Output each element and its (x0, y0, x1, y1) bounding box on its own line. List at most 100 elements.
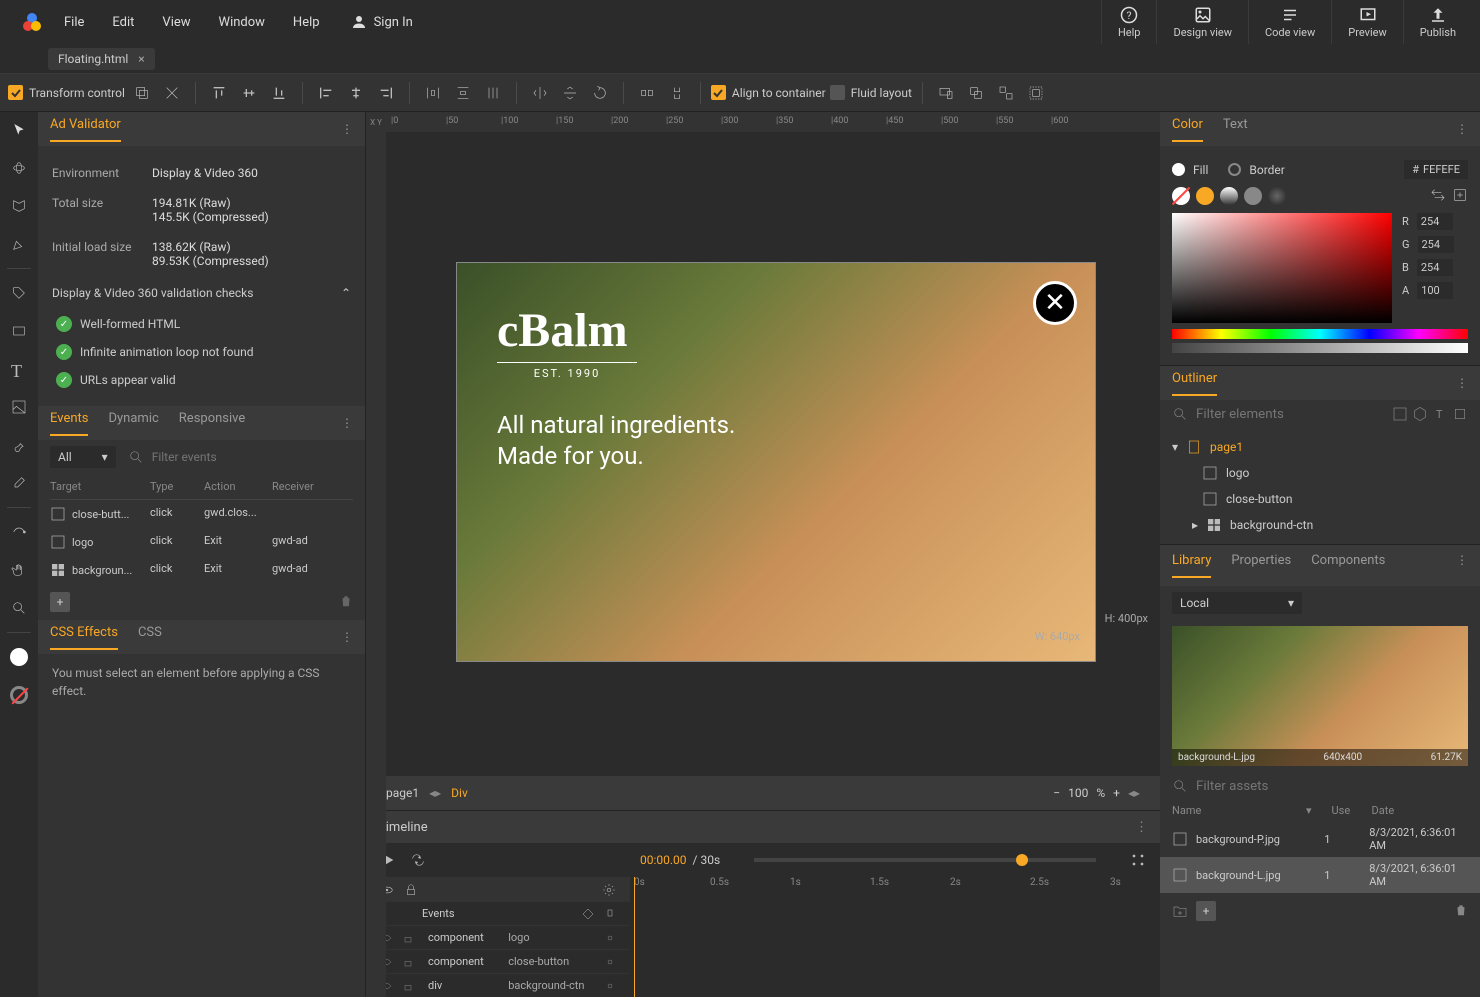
component-filter-icon[interactable] (1412, 406, 1428, 422)
design-view-button[interactable]: Design view (1156, 0, 1248, 44)
stroke-tool-icon[interactable] (5, 681, 33, 709)
marker-icon[interactable] (604, 908, 616, 920)
events-all-dropdown[interactable]: All▾ (50, 446, 116, 468)
flip-h-icon[interactable] (527, 80, 553, 106)
event-row[interactable]: logoclickExitgwd-ad (50, 528, 353, 556)
tool-3d-icon[interactable] (129, 80, 155, 106)
file-tab[interactable]: Floating.html × (48, 48, 155, 70)
3d-tool-icon[interactable] (5, 154, 33, 182)
fill-radio[interactable] (1172, 163, 1185, 176)
panel-menu-icon[interactable]: ⋮ (341, 416, 353, 430)
filter-elements-input[interactable] (1196, 407, 1384, 422)
css-effects-tab[interactable]: CSS Effects (50, 625, 118, 650)
responsive-icon[interactable] (933, 80, 959, 106)
menu-file[interactable]: File (64, 15, 84, 30)
tree-item[interactable]: ▸background-ctn (1172, 512, 1468, 538)
panel-menu-icon[interactable]: ⋮ (341, 630, 353, 644)
eyedropper-tool-icon[interactable] (5, 469, 33, 497)
border-radio[interactable] (1228, 163, 1241, 176)
tool-rotate-icon[interactable] (159, 80, 185, 106)
canvas[interactable]: cBalm EST. 1990 All natural ingredients.… (386, 132, 1160, 776)
css-tab[interactable]: CSS (138, 625, 162, 650)
align-right-icon[interactable] (373, 80, 399, 106)
lock-icon[interactable] (402, 932, 414, 944)
align-left-icon[interactable] (313, 80, 339, 106)
tag-tool-icon[interactable] (5, 279, 33, 307)
filter-events-input[interactable] (152, 450, 353, 464)
select-tool-icon[interactable] (5, 116, 33, 144)
asset-thumbnail[interactable]: background-L.jpg640x40061.27K (1172, 626, 1468, 766)
swap-icon[interactable] (1430, 187, 1446, 203)
name-header[interactable]: Name (1172, 804, 1302, 817)
lock-icon[interactable] (402, 980, 414, 992)
panel-menu-icon[interactable]: ⋮ (1456, 376, 1468, 390)
link-icon[interactable] (604, 956, 616, 968)
delete-asset-button[interactable] (1454, 903, 1468, 920)
image-filter-icon[interactable] (1392, 406, 1408, 422)
flip-v-icon[interactable] (557, 80, 583, 106)
align-middle-icon[interactable] (236, 80, 262, 106)
sort-icon[interactable]: ▾ (1306, 804, 1312, 817)
asset-row[interactable]: background-L.jpg18/3/2021, 6:36:01 AM (1160, 857, 1480, 893)
hue-slider[interactable] (1172, 329, 1468, 339)
components-tab[interactable]: Components (1311, 553, 1385, 578)
sign-in-button[interactable]: Sign In (350, 13, 413, 31)
panel-menu-icon[interactable]: ⋮ (341, 122, 353, 136)
event-row[interactable]: close-butt...clickgwd.clos... (50, 500, 353, 528)
match-height-icon[interactable] (664, 80, 690, 106)
hex-input[interactable]: #FEFEFE (1404, 160, 1468, 179)
wrap-icon[interactable] (1023, 80, 1049, 106)
link-icon[interactable] (604, 980, 616, 992)
add-asset-button[interactable]: + (1196, 901, 1216, 921)
fill-tool-icon[interactable] (5, 643, 33, 671)
no-color-swatch[interactable] (1172, 187, 1190, 205)
delete-event-button[interactable] (339, 594, 353, 611)
panel-menu-icon[interactable]: ⋮ (1456, 122, 1468, 136)
color-swatch[interactable] (1244, 187, 1262, 205)
filter-assets-input[interactable] (1196, 779, 1468, 794)
events-tab[interactable]: Events (50, 411, 88, 436)
lock-icon[interactable] (404, 883, 418, 897)
add-folder-icon[interactable] (1172, 903, 1188, 919)
brush-tool-icon[interactable] (5, 431, 33, 459)
color-swatch[interactable] (1196, 187, 1214, 205)
gear-icon[interactable] (602, 883, 616, 897)
ad-close-button[interactable]: ✕ (1033, 281, 1077, 325)
text-tool-icon[interactable]: T (5, 355, 33, 383)
date-header[interactable]: Date (1372, 804, 1395, 817)
add-event-button[interactable]: + (50, 592, 70, 612)
color-tab[interactable]: Color (1172, 117, 1203, 142)
link-icon[interactable] (604, 932, 616, 944)
rect-tool-icon[interactable] (5, 317, 33, 345)
validation-checks-toggle[interactable]: Display & Video 360 validation checks⌃ (52, 276, 351, 310)
div-filter-icon[interactable] (1452, 406, 1468, 422)
dynamic-tab[interactable]: Dynamic (108, 411, 158, 436)
align-top-icon[interactable] (206, 80, 232, 106)
timeline-zoom-slider[interactable] (754, 858, 1096, 862)
timeline-track[interactable]: componentlogo (366, 925, 630, 949)
use-header[interactable]: Use (1332, 804, 1372, 817)
r-input[interactable] (1417, 213, 1453, 230)
hand-tool-icon[interactable] (5, 556, 33, 584)
library-tab[interactable]: Library (1172, 553, 1211, 578)
radial-swatch[interactable] (1268, 187, 1286, 205)
ad-validator-tab[interactable]: Ad Validator (50, 117, 121, 142)
b-input[interactable] (1417, 259, 1453, 276)
library-source-dropdown[interactable]: Local▾ (1172, 592, 1302, 614)
fluid-layout-toggle[interactable]: Fluid layout (830, 85, 912, 100)
code-view-button[interactable]: Code view (1248, 0, 1331, 44)
menu-help[interactable]: Help (293, 15, 320, 30)
menu-edit[interactable]: Edit (112, 15, 134, 30)
lock-icon[interactable] (402, 956, 414, 968)
group-icon[interactable] (963, 80, 989, 106)
close-tab-icon[interactable]: × (138, 52, 144, 66)
loop-button[interactable] (410, 852, 426, 868)
rotate-cw-icon[interactable] (587, 80, 613, 106)
motion-tool-icon[interactable] (5, 518, 33, 546)
distribute-spacing-icon[interactable] (480, 80, 506, 106)
g-input[interactable] (1418, 236, 1454, 253)
keyframe-icon[interactable] (582, 908, 594, 920)
tree-item[interactable]: logo (1172, 460, 1468, 486)
text-tab[interactable]: Text (1223, 117, 1248, 142)
timeline-settings-icon[interactable] (1130, 852, 1146, 868)
